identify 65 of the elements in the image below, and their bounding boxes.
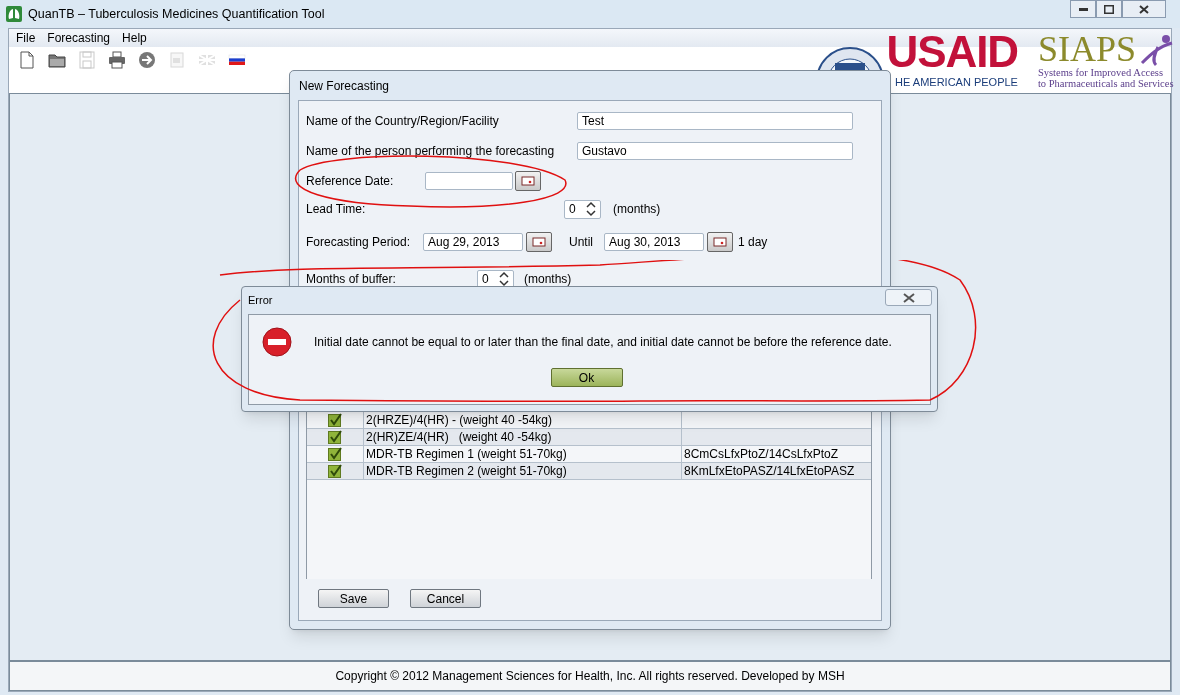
arrow-circle-icon[interactable]	[137, 50, 157, 70]
unit-label: (months)	[524, 271, 572, 288]
checkbox[interactable]	[328, 413, 342, 427]
close-icon	[902, 292, 915, 303]
maximize-icon	[1104, 4, 1114, 14]
dialog-title: Error	[248, 293, 273, 309]
spinner-arrows-icon	[586, 201, 596, 217]
calendar-button[interactable]	[707, 232, 733, 252]
menu-item[interactable]: File	[16, 29, 36, 47]
lungs-icon	[6, 6, 22, 22]
lead-time-spinner[interactable]: 0	[564, 199, 601, 219]
field-label: Lead Time:	[306, 201, 367, 218]
document-icon[interactable]	[17, 50, 37, 70]
field-label: Forecasting Period:	[306, 234, 412, 251]
checkbox[interactable]	[328, 447, 342, 461]
window-title: QuanTB – Tuberculosis Medicines Quantification Tool	[28, 5, 325, 23]
minimize-button[interactable]	[1070, 0, 1096, 18]
unit-label: (months)	[613, 201, 661, 218]
logo-tagline: Systems for Improved Access	[1037, 67, 1165, 79]
checkbox[interactable]	[328, 464, 342, 478]
siaps-logo: SIAPS	[1037, 31, 1136, 68]
text-field[interactable]: Test	[577, 112, 853, 130]
dialog-button[interactable]: Save	[318, 589, 389, 608]
checkbox[interactable]	[328, 430, 342, 444]
field-label: Months of buffer:	[306, 271, 397, 288]
minimize-icon	[1078, 7, 1088, 11]
menu-item[interactable]: Help	[122, 29, 147, 47]
usaid-logo: USAID	[886, 30, 1018, 74]
figure-icon	[1138, 33, 1174, 68]
table-cell: 8KmLfxEtoPASZ/14LfxEtoPASZ	[684, 464, 855, 478]
ok-button[interactable]: Ok	[550, 368, 623, 387]
duration-text: 1 day	[738, 234, 768, 251]
spinner-arrows-icon	[499, 271, 509, 287]
dialog-button[interactable]: Cancel	[410, 589, 481, 608]
maximize-button[interactable]	[1096, 0, 1122, 18]
field-label: Name of the Country/Region/Facility	[306, 113, 500, 130]
date-field[interactable]: Aug 30, 2013	[604, 233, 704, 251]
calendar-icon	[521, 176, 535, 186]
table-cell: 8CmCsLfxPtoZ/14CsLfxPtoZ	[684, 447, 839, 461]
copyright-text: Copyright © 2012 Management Sciences for Health, Inc. All rights reserved. Developed by MSH	[9, 661, 1171, 691]
field-label: Reference Date:	[306, 173, 395, 190]
logo-tagline: to Pharmaceuticals and Services	[1037, 78, 1174, 90]
close-button[interactable]	[1122, 0, 1166, 18]
close-button[interactable]	[885, 289, 932, 306]
calendar-button[interactable]	[526, 232, 552, 252]
date-field[interactable]: Aug 29, 2013	[423, 233, 523, 251]
table-cell: MDR-TB Regimen 1 (weight 51-70kg)	[364, 446, 682, 462]
date-field[interactable]	[425, 172, 513, 190]
field-label: Name of the person performing the forecasting	[306, 143, 556, 160]
field-label: Until	[569, 234, 594, 251]
error-message: Initial date cannot be equal to or later than the final date, and initial date cannot be before the reference date.	[314, 333, 892, 351]
calendar-icon	[532, 237, 546, 247]
close-icon	[1139, 4, 1149, 14]
text-field[interactable]: Gustavo	[577, 142, 853, 160]
calendar-icon	[713, 237, 727, 247]
table-cell: MDR-TB Regimen 2 (weight 51-70kg)	[364, 463, 682, 479]
logo-tagline: HE AMERICAN PEOPLE	[895, 75, 1018, 90]
calendar-button[interactable]	[515, 171, 541, 191]
table-cell: 2(HR)ZE/4(HR) (weight 40 -54kg)	[364, 429, 682, 445]
printer-icon[interactable]	[107, 50, 127, 70]
error-icon	[261, 325, 293, 358]
spinner-value: 0	[569, 201, 576, 218]
spinner-value: 0	[482, 271, 489, 288]
dialog-title: New Forecasting	[298, 77, 391, 95]
menu-item[interactable]: Forecasting	[47, 29, 111, 47]
